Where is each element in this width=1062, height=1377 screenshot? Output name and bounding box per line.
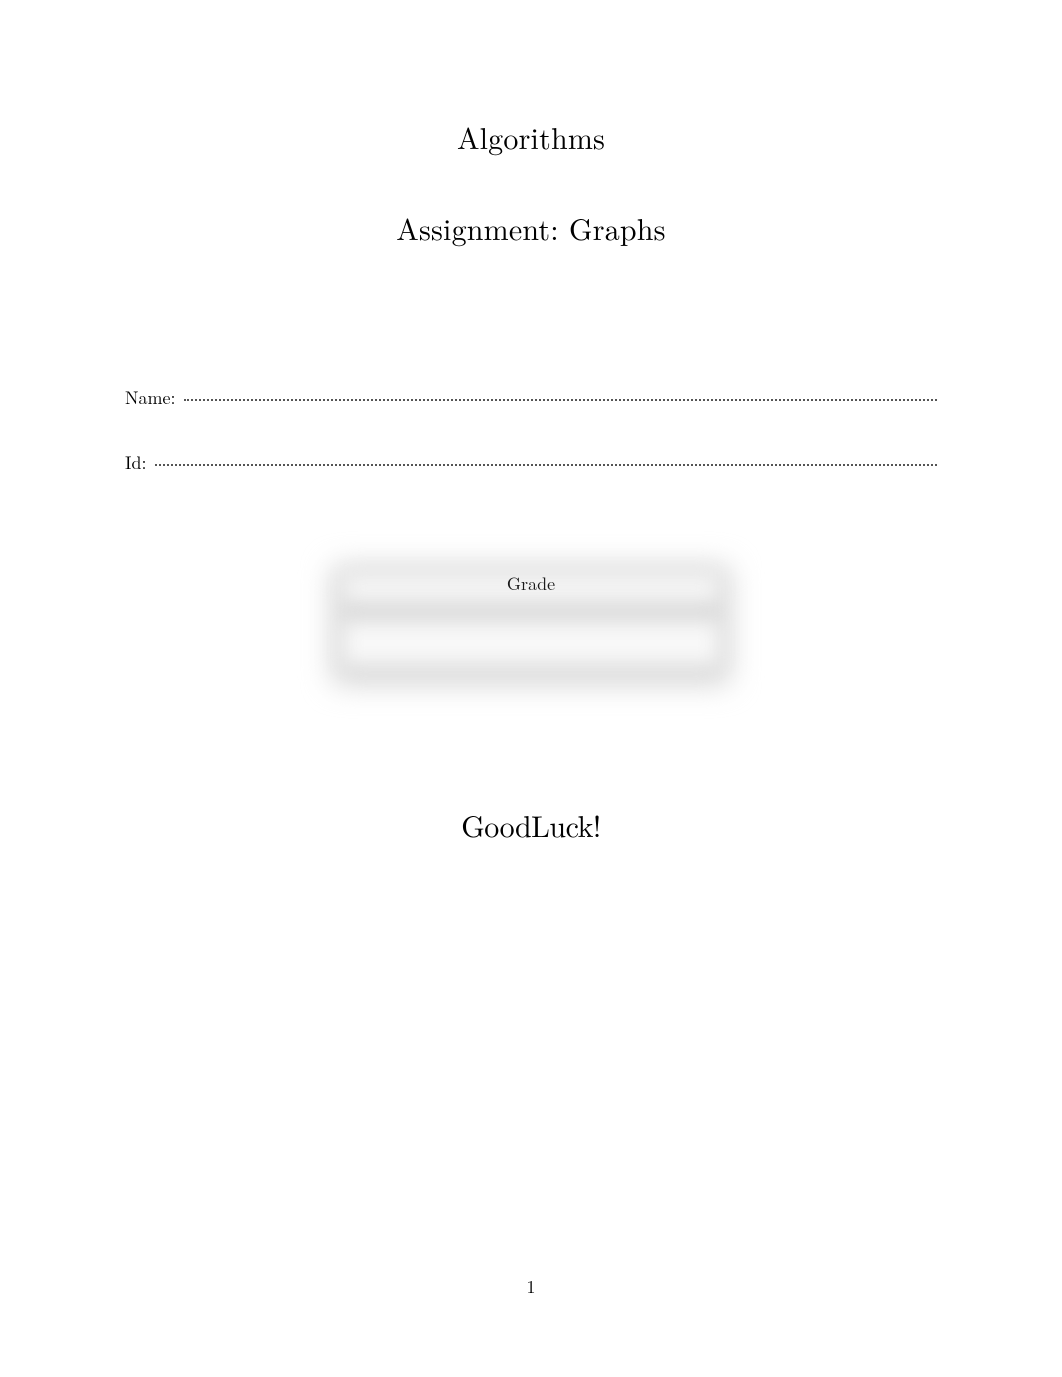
name-input-line[interactable]	[184, 399, 938, 401]
grade-label: Grade	[331, 571, 731, 596]
grade-box: Grade	[331, 565, 731, 685]
name-label: Name:	[125, 385, 184, 410]
id-input-line[interactable]	[155, 464, 937, 466]
page-number: 1	[0, 1274, 1062, 1299]
course-title: Algorithms	[125, 115, 937, 158]
goodluck-message: GoodLuck!	[125, 803, 937, 846]
grade-section: Grade	[125, 565, 937, 685]
id-field-row: Id:	[125, 450, 937, 475]
document-page: Algorithms Assignment: Graphs Name: Id: …	[0, 0, 1062, 1377]
name-field-row: Name:	[125, 385, 937, 410]
id-label: Id:	[125, 450, 155, 475]
grade-value-row	[343, 621, 719, 665]
assignment-subtitle: Assignment: Graphs	[125, 206, 937, 249]
